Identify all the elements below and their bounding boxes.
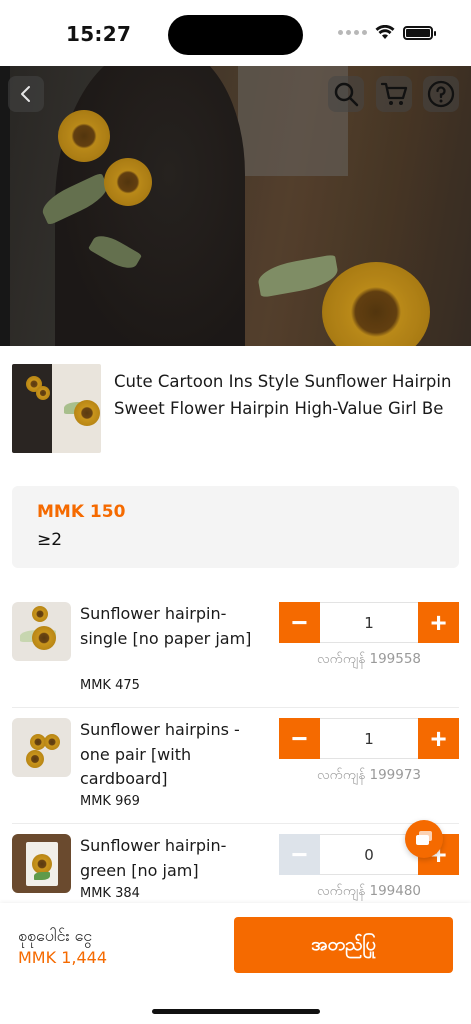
status-time: 15:27 (66, 22, 132, 46)
variant-row: Sunflower hairpins - one pair [with card… (12, 718, 459, 824)
search-button[interactable] (328, 76, 364, 112)
cart-icon (380, 82, 408, 105)
battery-icon (403, 25, 436, 40)
stock-remaining: လက်ကျန် 199973 (316, 767, 422, 783)
product-title: Cute Cartoon Ins Style Sunflower Hairpin… (114, 372, 452, 418)
back-button[interactable] (8, 76, 44, 112)
decrease-button[interactable]: − (279, 834, 320, 875)
product-thumbnail (12, 364, 101, 453)
wifi-icon (375, 25, 395, 39)
chat-button[interactable] (405, 820, 443, 858)
help-icon (427, 80, 455, 108)
quantity-stepper: − 1 + (279, 718, 459, 759)
variant-thumbnail (12, 834, 71, 893)
product-header: Cute Cartoon Ins Style Sunflower Hairpin… (12, 364, 459, 453)
quantity-value[interactable]: 1 (320, 718, 418, 759)
increase-button[interactable]: + (418, 718, 459, 759)
dynamic-island (168, 15, 303, 55)
chevron-left-icon (21, 86, 30, 102)
confirm-button[interactable]: အတည်ပြု (234, 917, 453, 973)
status-icons (338, 25, 436, 40)
decrease-button[interactable]: − (279, 602, 320, 643)
home-indicator (152, 1009, 320, 1014)
variant-row: Sunflower hairpin-green [no jam] MMK 384… (12, 834, 459, 904)
signal-icon (338, 30, 367, 35)
increase-button[interactable]: + (418, 602, 459, 643)
min-quantity: ≥2 (37, 530, 63, 550)
status-bar: 15:27 (0, 0, 471, 66)
unit-price: MMK 150 (37, 502, 126, 522)
help-button[interactable] (423, 76, 459, 112)
total-label: စုစုပေါင်း ငွေ (18, 926, 93, 945)
quantity-value[interactable]: 1 (320, 602, 418, 643)
variant-name: Sunflower hairpin-green [no jam] (80, 836, 227, 880)
variant-name: Sunflower hairpin-single [no paper jam] (80, 604, 252, 648)
stock-remaining: လက်ကျန် 199480 (316, 883, 422, 899)
search-icon (334, 82, 359, 107)
quantity-value[interactable]: 0 (320, 834, 418, 875)
cart-button[interactable] (376, 76, 412, 112)
variant-thumbnail (12, 602, 71, 661)
variant-name: Sunflower hairpins - one pair [with card… (80, 720, 240, 788)
stock-remaining: လက်ကျန် 199558 (316, 651, 422, 667)
total-value: MMK 1,444 (18, 948, 107, 967)
decrease-button[interactable]: − (279, 718, 320, 759)
variant-price: MMK 384 (80, 886, 140, 901)
variant-price: MMK 969 (80, 794, 140, 809)
variant-row: Sunflower hairpin-single [no paper jam] … (12, 602, 459, 708)
bottom-bar: စုစုပေါင်း ငွေ MMK 1,444 အတည်ပြု (0, 903, 471, 1024)
quantity-stepper: − 1 + (279, 602, 459, 643)
variant-thumbnail (12, 718, 71, 777)
price-tier-box: MMK 150 ≥2 (12, 486, 459, 568)
chat-icon (416, 831, 432, 845)
variant-price: MMK 475 (80, 678, 140, 693)
